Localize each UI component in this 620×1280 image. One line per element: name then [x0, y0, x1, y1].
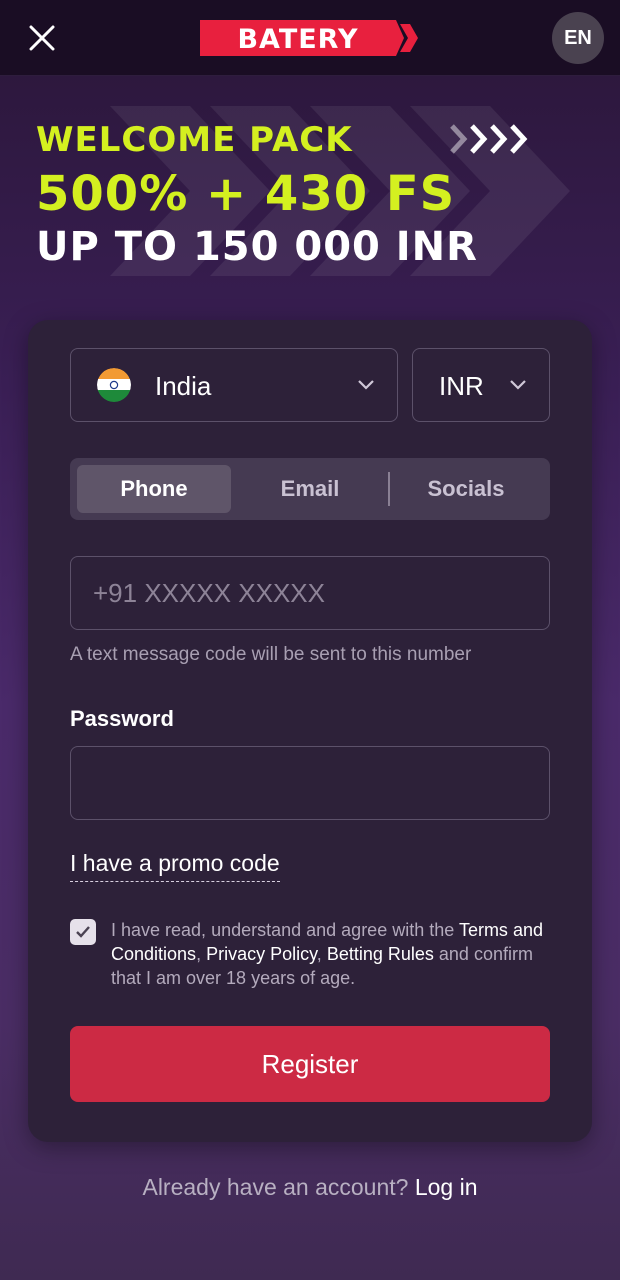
checkmark-icon — [76, 926, 90, 938]
phone-hint: A text message code will be sent to this… — [70, 644, 472, 665]
promo-limit: UP TO 150 000 INR — [36, 224, 478, 270]
close-icon — [29, 25, 55, 51]
password-label: Password — [70, 706, 174, 731]
chevron-down-icon — [510, 380, 526, 390]
password-input[interactable] — [70, 746, 550, 820]
terms-text: I have read, understand and agree with t… — [111, 918, 561, 990]
language-button[interactable]: EN — [552, 12, 604, 64]
country-label: India — [155, 371, 212, 401]
privacy-link[interactable]: Privacy Policy — [206, 944, 317, 964]
terms-checkbox[interactable] — [70, 919, 96, 945]
login-prompt-text: Already have an account? — [142, 1174, 409, 1200]
welcome-banner: WELCOME PACK 500% + 430 FS UP TO 150 000… — [0, 76, 620, 306]
login-link[interactable]: Log in — [415, 1174, 478, 1200]
terms-separator: , — [196, 944, 202, 964]
top-bar: BATERY EN — [0, 0, 620, 76]
registration-method-tabs: Phone Email Socials — [70, 458, 550, 520]
currency-select[interactable]: INR — [412, 348, 550, 422]
register-button[interactable]: Register — [70, 1026, 550, 1102]
login-prompt: Already have an account? Log in — [0, 1174, 620, 1201]
country-select[interactable]: India — [70, 348, 398, 422]
tab-phone[interactable]: Phone — [77, 465, 231, 513]
terms-separator: , — [316, 944, 322, 964]
terms-prefix: I have read, understand and agree with t… — [111, 920, 455, 940]
promo-code-link[interactable]: I have a promo code — [70, 850, 280, 882]
chevrons-icon — [450, 124, 528, 154]
tab-socials[interactable]: Socials — [389, 465, 543, 513]
chevron-down-icon — [358, 380, 374, 390]
promo-offer: 500% + 430 FS — [36, 166, 456, 222]
betting-rules-link[interactable]: Betting Rules — [327, 944, 434, 964]
promo-title: WELCOME PACK — [36, 120, 353, 160]
phone-input[interactable] — [70, 556, 550, 630]
logo-text: BATERY — [237, 24, 358, 55]
registration-form: India INR Phone Email Socials A text mes… — [28, 320, 592, 1142]
batery-logo: BATERY — [200, 20, 418, 56]
tab-email[interactable]: Email — [233, 465, 387, 513]
currency-label: INR — [439, 371, 484, 401]
india-flag-icon — [97, 368, 131, 402]
close-button[interactable] — [22, 18, 62, 58]
